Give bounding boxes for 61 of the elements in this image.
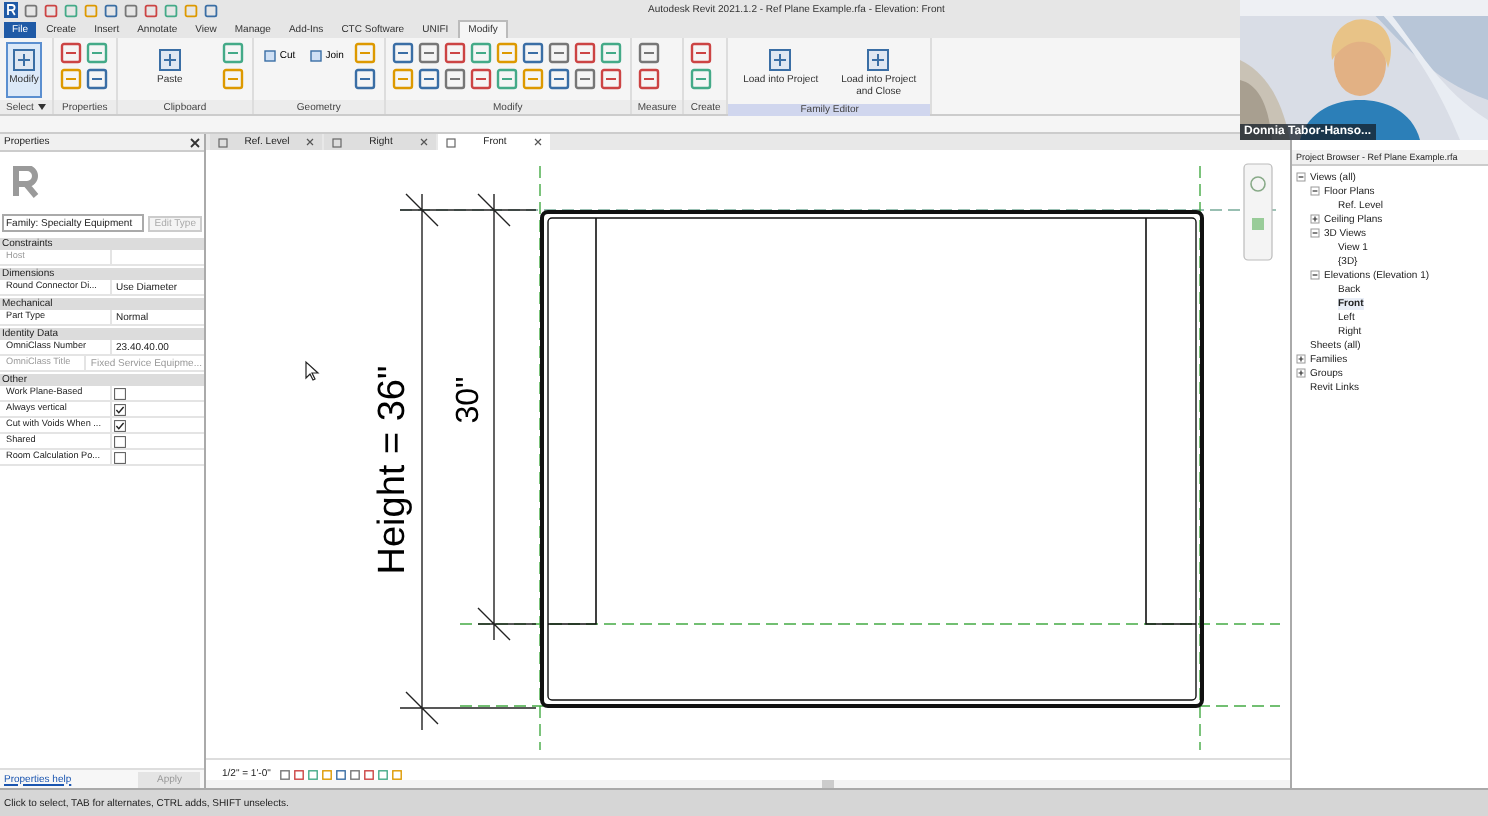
square-icon [263, 50, 276, 62]
collapse-toggle[interactable] [1310, 228, 1320, 238]
expand-toggle[interactable] [1310, 214, 1320, 224]
tool-icon[interactable] [521, 68, 544, 90]
plus-square-icon [864, 46, 893, 74]
expand-toggle[interactable] [1296, 354, 1306, 364]
tool-icon[interactable] [573, 68, 596, 90]
tool-icon[interactable] [59, 42, 82, 64]
tool-icon[interactable] [443, 68, 466, 90]
expand-toggle[interactable] [1296, 368, 1306, 378]
collapse-toggle[interactable] [1310, 186, 1320, 196]
tool-icon[interactable] [469, 42, 492, 64]
plus-square-icon [10, 46, 38, 74]
close-icon[interactable] [190, 137, 200, 147]
plus-square-icon [766, 46, 795, 74]
view-icon [218, 137, 228, 147]
collapse-toggle[interactable] [1296, 172, 1306, 182]
dimension-label[interactable]: Height = 36" [372, 365, 414, 575]
square-icon [309, 50, 322, 62]
checkbox[interactable] [114, 403, 126, 415]
tool-icon[interactable] [417, 42, 440, 64]
close-icon[interactable] [533, 138, 542, 146]
dimension-label[interactable]: 30" [452, 376, 486, 424]
tool-icon[interactable] [85, 68, 108, 90]
scrollbar-thumb[interactable] [822, 780, 834, 788]
checkbox[interactable] [114, 419, 126, 431]
tool-icon[interactable] [391, 42, 414, 64]
view-icon [332, 137, 342, 147]
tool-icon[interactable] [85, 42, 108, 64]
tool-icon[interactable] [547, 42, 570, 64]
tool-icon[interactable] [443, 42, 466, 64]
tool-icon[interactable] [599, 68, 622, 90]
tool-icon[interactable] [221, 68, 244, 90]
tool-icon[interactable] [353, 68, 376, 90]
mouse-cursor-icon [305, 360, 320, 381]
tool-icon[interactable] [690, 68, 713, 90]
tool-icon[interactable] [547, 68, 570, 90]
tool-icon[interactable] [417, 68, 440, 90]
tool-icon[interactable] [637, 68, 660, 90]
tool-icon[interactable] [469, 68, 492, 90]
checkbox[interactable] [114, 435, 126, 447]
tool-icon[interactable] [221, 42, 244, 64]
app-logo-icon[interactable] [4, 2, 18, 18]
tool-icon[interactable] [59, 68, 82, 90]
tool-icon[interactable] [521, 42, 544, 64]
plus-square-icon [155, 46, 184, 74]
close-icon[interactable] [420, 138, 428, 146]
tool-icon[interactable] [599, 42, 622, 64]
tool-icon[interactable] [353, 42, 376, 64]
tool-icon[interactable] [495, 42, 518, 64]
tool-icon[interactable] [391, 68, 414, 90]
tool-icon[interactable] [573, 42, 596, 64]
caret-icon[interactable] [37, 104, 46, 110]
checkbox[interactable] [114, 387, 126, 399]
tool-icon[interactable] [690, 42, 713, 64]
tool-icon[interactable] [495, 68, 518, 90]
tool-icon[interactable] [637, 42, 660, 64]
checkbox[interactable] [114, 451, 126, 463]
close-icon[interactable] [305, 138, 314, 146]
collapse-toggle[interactable] [1310, 270, 1320, 280]
view-icon [446, 137, 456, 147]
